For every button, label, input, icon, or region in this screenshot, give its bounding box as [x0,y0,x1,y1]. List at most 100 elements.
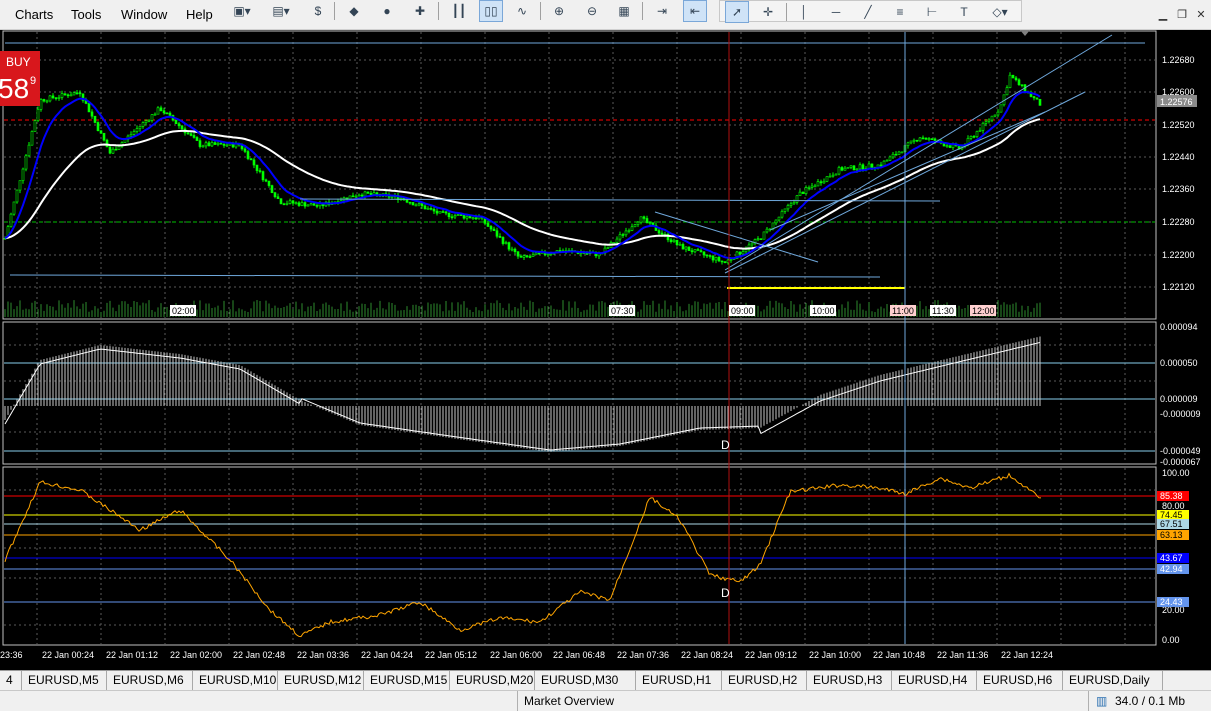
time-axis-label: 22 Jan 06:48 [553,650,605,660]
time-axis-label: 22 Jan 02:48 [233,650,285,660]
time-axis-label: 22 Jan 02:00 [170,650,222,660]
macd-tick-label: 0.000094 [1160,322,1198,332]
divergence-marker-stoch: D [721,586,730,600]
text-icon[interactable]: T [952,1,976,23]
new-order-icon[interactable]: ✚ [408,0,432,22]
strategy-tester-icon[interactable]: ● [375,0,399,22]
macd-tick-label: -0.000067 [1160,457,1201,467]
macd-tick-label: -0.000009 [1160,409,1201,419]
price-tick-label: 1.22200 [1162,250,1195,260]
chart-tab[interactable]: EURUSD,M15 [364,671,450,690]
zoom-out-icon[interactable]: ⊖ [580,0,604,22]
crosshair-icon[interactable]: ✛ [756,1,780,23]
chart-tab[interactable]: 4 [0,671,22,690]
time-axis-label: 22 Jan 09:12 [745,650,797,660]
time-axis-label: 22 Jan 08:24 [681,650,733,660]
chart-tab[interactable]: EURUSD,H4 [892,671,977,690]
line-chart-icon[interactable]: ∿ [510,0,534,22]
close-icon[interactable]: ✕ [1193,8,1209,22]
price-tick-label: 1.22280 [1162,217,1195,227]
chart-tab[interactable]: EURUSD,M6 [107,671,193,690]
time-label: 07:30 [611,306,634,316]
time-axis: 23:36 22 Jan 00:24 22 Jan 01:12 22 Jan 02:0… [0,650,1053,660]
horizontal-line-icon[interactable]: ─ [824,1,848,23]
tile-windows-icon[interactable]: ▦ [612,0,636,22]
chart-tab[interactable]: EURUSD,M12 [278,671,364,690]
navigator-icon[interactable]: ◆ [342,0,366,22]
time-label: 12:00 [972,306,995,316]
time-axis-label: 22 Jan 12:24 [1001,650,1053,660]
fibonacci-icon[interactable]: ≡ [888,1,912,23]
chart-tab[interactable]: EURUSD,H6 [977,671,1063,690]
buy-button[interactable]: BUY 58 9 [0,51,40,106]
price-tick-label: 1.22600 [1162,87,1195,97]
time-axis-label: 22 Jan 10:48 [873,650,925,660]
market-overview-label[interactable]: Market Overview [524,694,614,708]
buy-pip: 9 [30,75,37,87]
connection-icon[interactable]: ▥ [1096,694,1107,708]
price-tick-label: 1.22440 [1162,152,1195,162]
price-tick-label: 1.22360 [1162,184,1195,194]
time-axis-label: 22 Jan 10:00 [809,650,861,660]
time-axis-label: 22 Jan 01:12 [106,650,158,660]
chart-area[interactable]: 1.22576 1.22680 1.22600 1.22520 1.22440 1.22… [0,30,1211,670]
status-bar: Market Overview ▥ 34.0 / 0.1 Mb [0,690,1211,711]
menu-charts[interactable]: Charts [15,7,53,22]
new-chart-icon[interactable]: ▣▾ [224,0,260,22]
time-axis-label: 22 Jan 03:36 [297,650,349,660]
buy-label: BUY [6,55,31,69]
market-watch-icon[interactable]: $ [306,0,330,22]
chart-tabs: 4 EURUSD,M5 EURUSD,M6 EURUSD,M10 EURUSD,M12 E… [0,670,1211,690]
menu-tools[interactable]: Tools [71,7,101,22]
vertical-line-icon[interactable]: │ [792,1,816,23]
chart-tab[interactable]: EURUSD,M5 [22,671,107,690]
chart-tab[interactable]: EURUSD,Daily [1063,671,1163,690]
trendline-icon[interactable]: ╱ [856,1,880,23]
stoch-level-label: 24.43 [1160,597,1183,607]
terminal-window: Charts Tools Window Help ▣▾ ▤▾ $ ◆ ● ✚ ┃… [0,0,1211,711]
stoch-tick-label: 0.00 [1162,635,1180,645]
drawing-toolbar: ➚ ✛ │ ─ ╱ ≡ ⊢ T ◇▾ [719,0,1022,23]
price-tick-label: 1.22520 [1162,120,1195,130]
chart-tab[interactable]: EURUSD,H3 [807,671,892,690]
candlestick-icon[interactable]: ▯▯ [479,0,503,22]
current-price-label: 1.22576 [1160,97,1193,107]
profiles-icon[interactable]: ▤▾ [263,0,299,22]
time-axis-label: 22 Jan 07:36 [617,650,669,660]
chart-tab[interactable]: EURUSD,M10 [193,671,278,690]
chart-tab[interactable]: EURUSD,H1 [636,671,722,690]
chart-tab[interactable]: EURUSD,M30 [535,671,636,690]
menu-help[interactable]: Help [186,7,213,22]
time-axis-label: 22 Jan 00:24 [42,650,94,660]
time-label: 11:30 [932,306,954,316]
cursor-icon[interactable]: ➚ [725,1,749,23]
zoom-in-icon[interactable]: ⊕ [547,0,571,22]
stoch-level-label: 43.67 [1160,553,1183,563]
menu-bar: Charts Tools Window Help ▣▾ ▤▾ $ ◆ ● ✚ ┃… [0,0,1211,30]
bar-chart-icon[interactable]: ┃┃ [447,0,471,22]
stoch-level-label: 85.38 [1160,491,1183,501]
time-axis-label: 22 Jan 06:00 [490,650,542,660]
macd-tick-label: 0.000050 [1160,358,1198,368]
macd-tick-label: -0.000049 [1160,446,1201,456]
stoch-level-label: 67.51 [1160,519,1183,529]
chart-tab[interactable]: EURUSD,H2 [722,671,807,690]
fibo-fan-icon[interactable]: ⊢ [920,1,944,23]
restore-icon[interactable]: ❐ [1174,8,1190,22]
time-label: 10:00 [812,306,835,316]
time-axis-label: 22 Jan 04:24 [361,650,413,660]
auto-scroll-icon[interactable]: ⇥ [650,0,674,22]
stoch-level-label: 63.13 [1160,530,1183,540]
menu-window[interactable]: Window [121,7,167,22]
chart-tab[interactable]: EURUSD,M20 [450,671,535,690]
time-label: 11:00 [892,306,914,316]
time-axis-label: 23:36 [0,650,23,660]
minimize-icon[interactable]: ▁ [1155,8,1171,22]
buy-price: 58 [0,73,30,104]
shapes-menu-icon[interactable]: ◇▾ [984,1,1016,23]
price-tick-label: 1.22120 [1162,282,1195,292]
chart-shift-icon[interactable]: ⇤ [683,0,707,22]
stoch-tick-label: 100.00 [1162,468,1190,478]
divergence-marker-macd: D [721,438,730,452]
stoch-level-label: 42.94 [1160,564,1183,574]
